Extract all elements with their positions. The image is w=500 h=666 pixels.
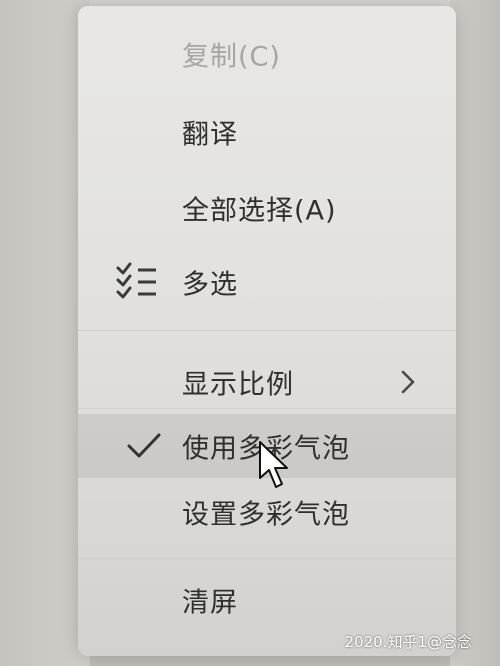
menu-item-translate[interactable]: 翻译 — [78, 100, 456, 164]
menu-item-multi-select[interactable]: 多选 — [78, 250, 456, 314]
menu-item-select-all-label: 全部选择(A) — [182, 195, 337, 227]
background-left — [0, 0, 90, 666]
chevron-right-icon — [401, 370, 415, 394]
menu-item-translate-label: 翻译 — [182, 119, 238, 151]
menu-divider — [78, 330, 456, 331]
menu-item-set-colorful-bubbles-label: 设置多彩气泡 — [182, 499, 350, 531]
menu-divider — [78, 558, 456, 559]
mouse-pointer-icon — [259, 441, 288, 488]
menu-item-copy[interactable]: 复制(C) — [78, 22, 456, 86]
watermark: 2020.知乎1@念念 — [344, 633, 473, 651]
menu-item-multi-select-label: 多选 — [182, 269, 238, 301]
menu-divider — [78, 408, 456, 409]
menu-item-clear-screen[interactable]: 清屏 — [78, 568, 456, 632]
menu-item-clear-screen-label: 清屏 — [182, 587, 238, 619]
background-right — [450, 0, 500, 666]
menu-item-copy-label: 复制(C) — [182, 41, 281, 73]
multi-select-icon — [116, 262, 156, 299]
menu-item-select-all[interactable]: 全部选择(A) — [78, 176, 456, 240]
menu-item-display-scale-label: 显示比例 — [182, 369, 294, 401]
checkmark-icon — [127, 433, 161, 458]
menu-item-display-scale[interactable]: 显示比例 — [78, 350, 456, 414]
context-menu: 复制(C) 翻译 全部选择(A) 多选 显示比例 使用多彩气泡 设置多彩气泡 — [78, 6, 456, 656]
